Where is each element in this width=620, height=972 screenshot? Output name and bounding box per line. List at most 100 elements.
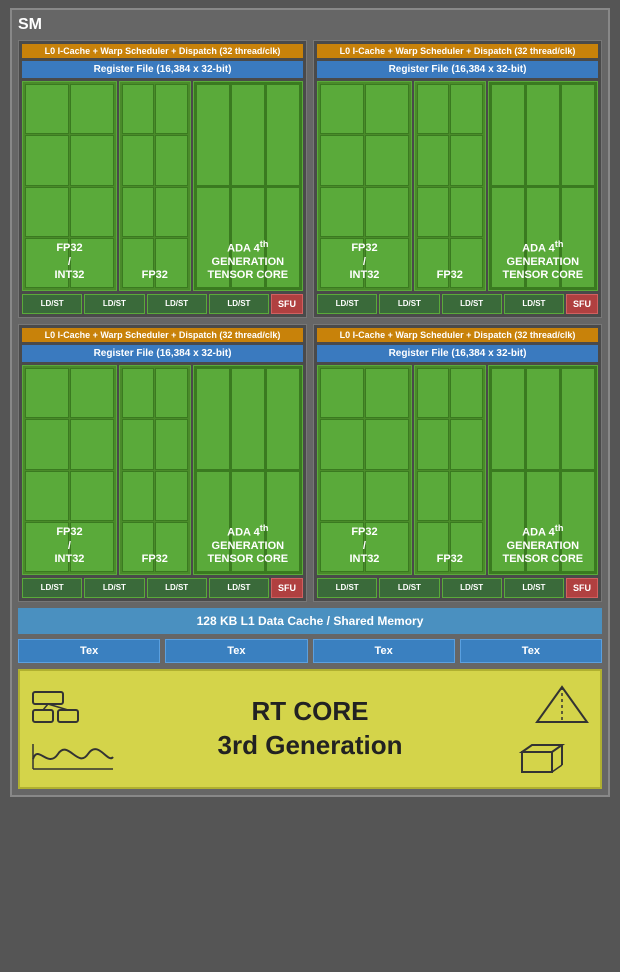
grid-cell bbox=[25, 187, 69, 237]
mini-grid-2b bbox=[415, 82, 485, 290]
l0-cache-bar-4: L0 I-Cache + Warp Scheduler + Dispatch (… bbox=[317, 328, 598, 342]
quadrant-1: L0 I-Cache + Warp Scheduler + Dispatch (… bbox=[18, 40, 307, 318]
grid-cell bbox=[155, 135, 187, 185]
grid-cell bbox=[122, 187, 154, 237]
grid-cell bbox=[266, 84, 300, 186]
register-file-bar-1: Register File (16,384 x 32-bit) bbox=[22, 61, 303, 78]
tensor-label-4: ADA 4thGENERATIONTENSOR CORE bbox=[489, 523, 597, 566]
ldst-3b: LD/ST bbox=[84, 578, 144, 598]
grid-cell bbox=[365, 187, 409, 237]
grid-cell bbox=[450, 419, 482, 469]
l0-cache-bar-1: L0 I-Cache + Warp Scheduler + Dispatch (… bbox=[22, 44, 303, 58]
ldst-3d: LD/ST bbox=[209, 578, 269, 598]
grid-cell bbox=[25, 135, 69, 185]
grid-cell bbox=[122, 471, 154, 521]
grid-cell bbox=[231, 84, 265, 186]
ldst-2c: LD/ST bbox=[442, 294, 502, 314]
grid-cell bbox=[526, 368, 560, 470]
grid-cell bbox=[122, 419, 154, 469]
l1-cache-bar: 128 KB L1 Data Cache / Shared Memory bbox=[18, 608, 602, 634]
sm-label: SM bbox=[18, 16, 602, 34]
mini-grid-1b bbox=[120, 82, 190, 290]
sub-units-4: FP32/INT32 FP32 bbox=[317, 365, 598, 575]
register-file-bar-4: Register File (16,384 x 32-bit) bbox=[317, 345, 598, 362]
grid-cell bbox=[70, 471, 114, 521]
grid-cell bbox=[417, 419, 449, 469]
ldst-4b: LD/ST bbox=[379, 578, 439, 598]
grid-cell bbox=[320, 471, 364, 521]
ldst-2d: LD/ST bbox=[504, 294, 564, 314]
grid-cell bbox=[417, 187, 449, 237]
register-file-bar-3: Register File (16,384 x 32-bit) bbox=[22, 345, 303, 362]
grid-cell bbox=[25, 368, 69, 418]
tensor-label-1: ADA 4thGENERATIONTENSOR CORE bbox=[194, 239, 302, 282]
sm-container: SM L0 I-Cache + Warp Scheduler + Dispatc… bbox=[10, 8, 610, 797]
grid-cell bbox=[365, 84, 409, 134]
tex-unit-4: Tex bbox=[460, 639, 602, 663]
sfu-4: SFU bbox=[566, 578, 598, 598]
grid-cell bbox=[491, 368, 525, 470]
grid-cell bbox=[70, 187, 114, 237]
grid-cell bbox=[122, 368, 154, 418]
grid-cell bbox=[320, 187, 364, 237]
fp32-int32-label-3: FP32/INT32 bbox=[23, 526, 116, 566]
grid-cell bbox=[365, 419, 409, 469]
grid-cell bbox=[70, 419, 114, 469]
grid-cell bbox=[196, 368, 230, 470]
rt-icon-flowchart bbox=[28, 684, 118, 729]
bottom-units-1: LD/ST LD/ST LD/ST LD/ST SFU bbox=[22, 294, 303, 314]
rt-core-label: RT CORE 3rd Generation bbox=[118, 695, 502, 763]
grid-cell bbox=[70, 135, 114, 185]
sfu-2: SFU bbox=[566, 294, 598, 314]
grid-cell bbox=[196, 84, 230, 186]
rt-icon-right bbox=[502, 682, 592, 777]
grid-cell bbox=[155, 187, 187, 237]
fp32-block-1: FP32 bbox=[119, 81, 191, 291]
tex-unit-2: Tex bbox=[165, 639, 307, 663]
tex-unit-1: Tex bbox=[18, 639, 160, 663]
grid-cell bbox=[25, 419, 69, 469]
quadrant-2: L0 I-Cache + Warp Scheduler + Dispatch (… bbox=[313, 40, 602, 318]
rt-icon-squiggle bbox=[28, 739, 118, 774]
fp32-block-3: FP32 bbox=[119, 365, 191, 575]
ldst-3c: LD/ST bbox=[147, 578, 207, 598]
quadrants-grid: L0 I-Cache + Warp Scheduler + Dispatch (… bbox=[18, 40, 602, 602]
tex-row: Tex Tex Tex Tex bbox=[18, 639, 602, 663]
grid-cell bbox=[155, 84, 187, 134]
ldst-2b: LD/ST bbox=[379, 294, 439, 314]
rt-core-sublabel: 3rd Generation bbox=[218, 730, 403, 760]
rt-icon-cube bbox=[502, 737, 592, 777]
grid-cell bbox=[122, 135, 154, 185]
tensor-block-1: ADA 4thGENERATIONTENSOR CORE bbox=[193, 81, 303, 291]
mini-grid-4b bbox=[415, 366, 485, 574]
grid-cell bbox=[122, 84, 154, 134]
grid-cell bbox=[450, 84, 482, 134]
bottom-units-2: LD/ST LD/ST LD/ST LD/ST SFU bbox=[317, 294, 598, 314]
quadrant-3: L0 I-Cache + Warp Scheduler + Dispatch (… bbox=[18, 324, 307, 602]
quadrant-4: L0 I-Cache + Warp Scheduler + Dispatch (… bbox=[313, 324, 602, 602]
grid-cell bbox=[70, 368, 114, 418]
grid-cell bbox=[231, 368, 265, 470]
grid-cell bbox=[561, 368, 595, 470]
rt-icon-left bbox=[28, 684, 118, 774]
grid-cell bbox=[25, 471, 69, 521]
ldst-4a: LD/ST bbox=[317, 578, 377, 598]
grid-cell bbox=[320, 135, 364, 185]
ldst-3a: LD/ST bbox=[22, 578, 82, 598]
grid-cell bbox=[417, 135, 449, 185]
fp32-label-2: FP32 bbox=[415, 269, 485, 282]
grid-cell bbox=[365, 471, 409, 521]
fp32-label-3: FP32 bbox=[120, 553, 190, 566]
sub-units-3: FP32/INT32 FP32 bbox=[22, 365, 303, 575]
fp32-block-4: FP32 bbox=[414, 365, 486, 575]
sfu-1: SFU bbox=[271, 294, 303, 314]
grid-cell bbox=[320, 368, 364, 418]
grid-cell bbox=[320, 419, 364, 469]
grid-cell bbox=[526, 84, 560, 186]
tensor-block-4: ADA 4thGENERATIONTENSOR CORE bbox=[488, 365, 598, 575]
grid-cell bbox=[450, 368, 482, 418]
fp32-int32-block-3: FP32/INT32 bbox=[22, 365, 117, 575]
mini-grid-3b bbox=[120, 366, 190, 574]
fp32-int32-label-4: FP32/INT32 bbox=[318, 526, 411, 566]
register-file-bar-2: Register File (16,384 x 32-bit) bbox=[317, 61, 598, 78]
